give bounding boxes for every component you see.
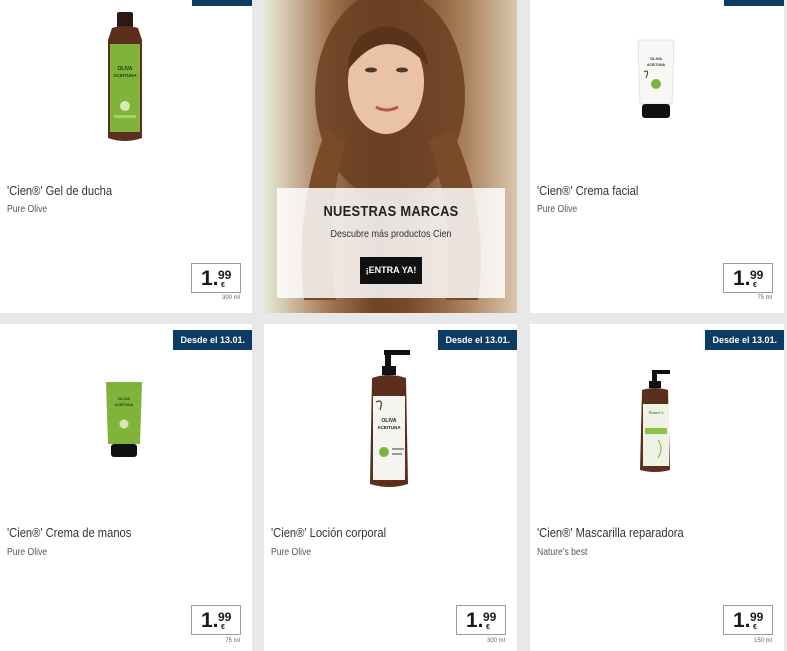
product-brand: Pure Olive xyxy=(7,547,48,558)
face-cream-tube-image: OLIVA ACEITUNA xyxy=(637,39,675,118)
price-box: 1. 99 € xyxy=(723,263,773,293)
price-cents: 99 xyxy=(483,610,497,624)
product-name[interactable]: 'Cien®' Loción corporal xyxy=(271,525,386,540)
price-integer: 1. xyxy=(733,267,751,290)
product-volume: 75 ml xyxy=(757,295,772,301)
enter-now-button[interactable]: ¡ENTRA YA! xyxy=(360,257,422,284)
tube-label-text: ACEITUNA xyxy=(115,403,134,407)
badge-stub xyxy=(192,0,252,6)
promo-title: NUESTRAS MARCAS xyxy=(323,203,459,220)
body-lotion-bottle-image: OLIVA ACEITUNA xyxy=(370,350,410,487)
availability-badge: Desde el 13.01. xyxy=(705,330,784,350)
product-brand: Pure Olive xyxy=(7,204,48,215)
brands-promo-banner[interactable]: NUESTRAS MARCAS Descubre más productos C… xyxy=(264,0,517,313)
bottle-label-text: Nature's xyxy=(647,410,663,415)
tube-label-text: OLIVA xyxy=(118,396,130,401)
price-currency: € xyxy=(221,624,225,631)
tube-label-text: OLIVA xyxy=(650,56,662,61)
availability-badge: Desde el 13.01. xyxy=(438,330,517,350)
price-cents: 99 xyxy=(218,610,232,624)
product-volume: 150 ml xyxy=(753,638,772,644)
product-brand: Nature's best xyxy=(537,547,588,558)
price-integer: 1. xyxy=(201,609,219,632)
bottle-label-text: ACEITUNA xyxy=(377,425,401,430)
promo-overlay: NUESTRAS MARCAS Descubre más productos C… xyxy=(277,188,505,298)
promo-subtitle: Descubre más productos Cien xyxy=(330,229,452,240)
price-box: 1. 99 € xyxy=(191,263,241,293)
product-card-crema-facial[interactable]: OLIVA ACEITUNA 'Cien®' Crema facial Pure… xyxy=(530,0,784,313)
product-card-locion-corporal[interactable]: Desde el 13.01. OLIVA ACEITUNA 'Cien®' L… xyxy=(264,324,517,651)
hand-cream-tube-image: OLIVA ACEITUNA xyxy=(106,382,142,457)
price-currency: € xyxy=(486,624,490,631)
product-name[interactable]: 'Cien®' Gel de ducha xyxy=(7,183,112,198)
shower-gel-bottle-image: OLIVA ACEITUNA xyxy=(108,12,142,141)
price-cents: 99 xyxy=(750,610,764,624)
bottle-label-text: OLIVA xyxy=(118,66,133,72)
availability-badge: Desde el 13.01. xyxy=(173,330,252,350)
product-card-crema-de-manos[interactable]: Desde el 13.01. OLIVA ACEITUNA 'Cien®' C… xyxy=(0,324,252,651)
price-integer: 1. xyxy=(733,609,751,632)
product-grid: OLIVA ACEITUNA 'Cien®' Gel de ducha Pure… xyxy=(0,0,787,651)
product-volume: 75 ml xyxy=(225,638,240,644)
product-card-gel-de-ducha[interactable]: OLIVA ACEITUNA 'Cien®' Gel de ducha Pure… xyxy=(0,0,252,313)
price-box: 1. 99 € xyxy=(191,605,241,635)
price-integer: 1. xyxy=(201,267,219,290)
product-name[interactable]: 'Cien®' Crema facial xyxy=(537,183,638,198)
price-currency: € xyxy=(221,282,225,289)
product-brand: Pure Olive xyxy=(537,204,578,215)
price-box: 1. 99 € xyxy=(723,605,773,635)
price-currency: € xyxy=(753,624,757,631)
product-brand: Pure Olive xyxy=(271,547,312,558)
price-integer: 1. xyxy=(466,609,484,632)
product-card-mascarilla-reparadora[interactable]: Desde el 13.01. Nature's 'Cien®' Mascari… xyxy=(530,324,784,651)
product-name[interactable]: 'Cien®' Crema de manos xyxy=(7,525,131,540)
hair-mask-bottle-image: Nature's xyxy=(640,370,670,472)
product-volume: 300 ml xyxy=(221,295,240,301)
price-currency: € xyxy=(753,282,757,289)
product-name[interactable]: 'Cien®' Mascarilla reparadora xyxy=(537,525,684,540)
bottle-label-text: OLIVA xyxy=(382,418,397,424)
price-box: 1. 99 € xyxy=(456,605,506,635)
product-volume: 300 ml xyxy=(486,638,505,644)
tube-label-text: ACEITUNA xyxy=(647,63,666,67)
badge-stub xyxy=(724,0,784,6)
bottle-label-text: ACEITUNA xyxy=(113,73,137,78)
price-cents: 99 xyxy=(218,268,232,282)
price-cents: 99 xyxy=(750,268,764,282)
